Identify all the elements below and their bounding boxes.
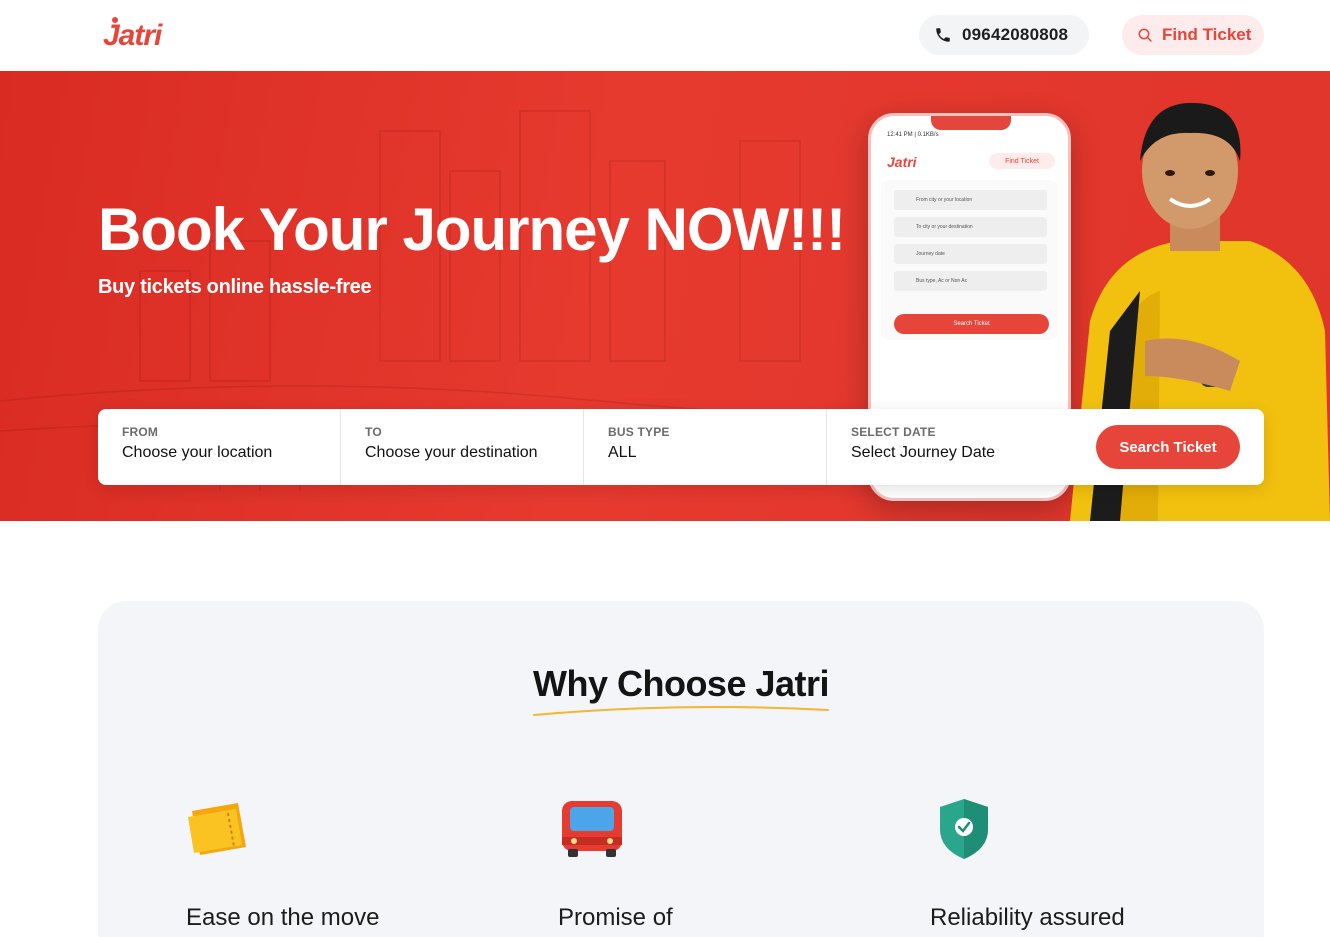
hero-title: Book Your Journey NOW!!! [98,196,846,263]
why-choose-section: Why Choose Jatri Ease on the move Promis… [98,601,1264,937]
from-value: Choose your location [122,444,273,461]
date-label: SELECT DATE [851,425,936,439]
phone-icon [936,28,950,42]
search-ticket-button[interactable]: Search Ticket [1096,425,1240,469]
shield-check-icon [940,799,988,859]
search-icon [1138,28,1152,42]
ticket-icon [188,803,246,855]
mockup-search-card: From city or your location To city or yo… [881,180,1058,340]
feature-promise: Promise of [558,797,888,934]
phone-contact-button[interactable]: 09642080808 [919,15,1089,55]
bus-type-value: ALL [608,444,637,461]
to-label: TO [365,425,382,439]
to-value: Choose your destination [365,444,538,461]
find-ticket-button[interactable]: Find Ticket [1122,15,1264,55]
date-field[interactable]: SELECT DATE Select Journey Date [827,409,1070,485]
feature-reliability: Reliability assured [930,797,1260,934]
mockup-search-button: Search Ticket [894,314,1049,334]
journey-search-bar: FROM Choose your location TO Choose your… [98,409,1264,485]
mockup-row: To city or your destination [894,217,1047,237]
hero-banner: Book Your Journey NOW!!! Buy tickets onl… [0,71,1330,521]
feature-ease: Ease on the move [186,797,516,934]
bus-type-field[interactable]: BUS TYPE ALL [584,409,827,485]
from-label: FROM [122,425,159,439]
phone-notch [931,116,1011,130]
to-field[interactable]: TO Choose your destination [341,409,584,485]
feature-title: Promise of [558,904,673,931]
find-ticket-label: Find Ticket [1162,25,1252,44]
mockup-logo: Jatri [887,154,917,170]
mockup-row: Bus type, Ac or Non Ac [894,271,1047,291]
svg-text:Jatri: Jatri [103,19,163,52]
mockup-status-bar: 12:41 PM | 0.1KB/s [887,132,939,138]
jatri-logo[interactable]: Jatri [101,14,181,54]
feature-title: Reliability assured [930,904,1125,931]
top-header: Jatri 09642080808 Find Ticket [0,0,1330,71]
phone-number: 09642080808 [962,25,1069,44]
hero-subtitle: Buy tickets online hassle-free [98,276,372,298]
from-field[interactable]: FROM Choose your location [98,409,341,485]
bus-icon [562,801,622,857]
why-choose-title: Why Choose Jatri [532,663,830,704]
feature-title: Ease on the move [186,904,380,931]
page: Jatri 09642080808 Find Ticket Book Your … [0,0,1330,937]
bus-type-label: BUS TYPE [608,425,670,439]
title-underline [533,705,829,716]
mockup-row: From city or your location [894,190,1047,210]
mockup-find-ticket: Find Ticket [989,153,1055,169]
date-value: Select Journey Date [851,444,996,461]
mockup-row: Journey date [894,244,1047,264]
